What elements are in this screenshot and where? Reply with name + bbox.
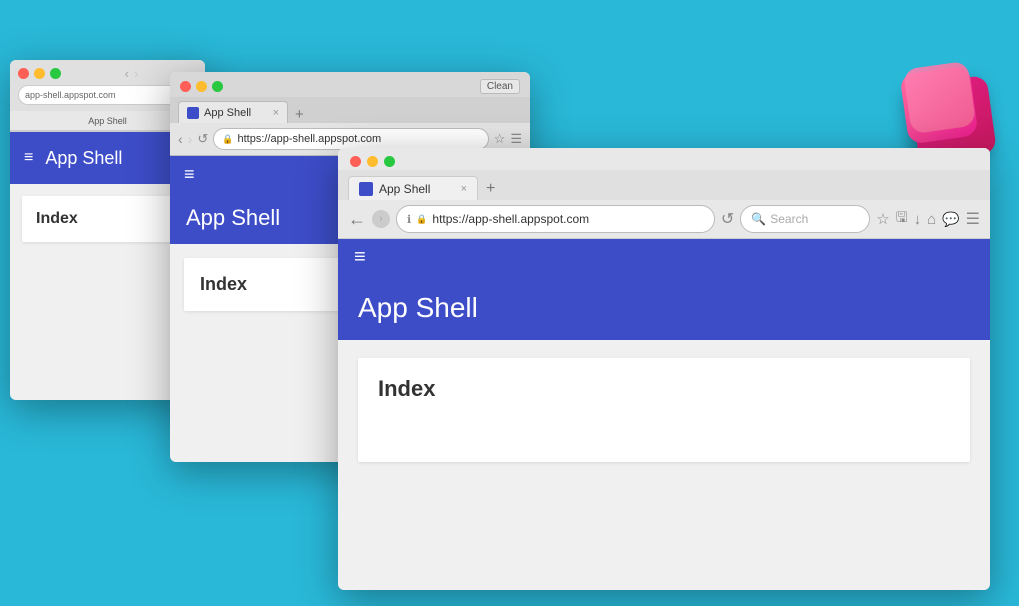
traffic-light-green-1[interactable] xyxy=(50,68,61,79)
url-text-1: app-shell.appspot.com xyxy=(25,90,116,100)
tab-label-1[interactable]: App Shell xyxy=(88,116,127,126)
address-bar-2[interactable]: 🔒 https://app-shell.appspot.com xyxy=(213,128,488,150)
traffic-light-green-3[interactable] xyxy=(384,156,395,167)
reload-btn-2[interactable]: ↺ xyxy=(197,131,208,147)
menu-icon-2[interactable]: ☰ xyxy=(510,131,522,147)
search-glass-icon: 🔍 xyxy=(751,212,766,226)
url-bar-1[interactable]: app-shell.appspot.com xyxy=(18,85,183,105)
bookmark-icon-2[interactable]: ☆ xyxy=(494,131,506,147)
search-bar-3[interactable]: 🔍 Search xyxy=(740,205,870,233)
content-card-3: Index xyxy=(358,358,970,462)
lock-icon-2: 🔒 xyxy=(222,134,233,145)
new-tab-btn-2[interactable]: + xyxy=(291,106,308,123)
menu-icon-3[interactable]: ☰ xyxy=(966,209,980,229)
save-icon-3[interactable]: 🖫 xyxy=(896,207,908,231)
address-row-3: ← › ℹ 🔒 https://app-shell.appspot.com ↺ … xyxy=(338,200,990,238)
chat-icon-3[interactable]: 💬 xyxy=(942,211,959,228)
tab-favicon-2 xyxy=(187,107,199,119)
nav-forward-1[interactable]: › xyxy=(134,66,138,81)
nav-back-1[interactable]: ‹ xyxy=(125,66,129,81)
search-placeholder-3: Search xyxy=(770,212,808,226)
nav-forward-3: › xyxy=(372,210,390,228)
tab-favicon-3 xyxy=(359,182,373,196)
tab-bar-3: App Shell × + xyxy=(338,170,990,200)
app-title-3: App Shell xyxy=(358,292,478,324)
traffic-light-green-2[interactable] xyxy=(212,81,223,92)
traffic-light-red-2[interactable] xyxy=(180,81,191,92)
nav-forward-2[interactable]: › xyxy=(188,131,193,147)
address-bar-3[interactable]: ℹ 🔒 https://app-shell.appspot.com xyxy=(396,205,715,233)
download-icon-3[interactable]: ↓ xyxy=(914,211,922,228)
tab-label-text-2: App Shell xyxy=(204,107,251,119)
tab-close-2[interactable]: × xyxy=(273,107,279,119)
new-tab-btn-3[interactable]: + xyxy=(481,180,500,198)
tab-bar-2: App Shell × + xyxy=(170,97,530,123)
hamburger-icon-3[interactable]: ≡ xyxy=(354,246,366,269)
tab-3[interactable]: App Shell × xyxy=(348,176,478,200)
address-text-2: https://app-shell.appspot.com xyxy=(237,133,381,145)
content-title-1: Index xyxy=(36,210,78,227)
hamburger-icon-2[interactable]: ≡ xyxy=(184,164,195,185)
traffic-light-yellow-3[interactable] xyxy=(367,156,378,167)
reload-btn-3[interactable]: ↺ xyxy=(721,209,734,229)
info-icon-3: ℹ xyxy=(407,213,411,226)
chrome-bar-2: Clean App Shell × + ‹ › ↺ 🔒 https://app-… xyxy=(170,72,530,156)
browser-window-3: App Shell × + ← › ℹ 🔒 https://app-shell.… xyxy=(338,148,990,590)
content-area-3: Index xyxy=(338,340,990,563)
nav-back-2[interactable]: ‹ xyxy=(178,131,183,147)
app-header-3: App Shell xyxy=(338,275,990,340)
tab-label-text-3: App Shell xyxy=(379,182,430,196)
hamburger-bar-3: ≡ xyxy=(338,239,990,275)
content-title-2: Index xyxy=(200,274,247,294)
address-text-3: https://app-shell.appspot.com xyxy=(432,212,589,226)
app-title-1: App Shell xyxy=(45,148,122,169)
content-title-3: Index xyxy=(378,376,435,401)
traffic-light-yellow-2[interactable] xyxy=(196,81,207,92)
home-icon-3[interactable]: ⌂ xyxy=(927,211,936,228)
app-title-2: App Shell xyxy=(186,205,280,231)
chrome-bar-3: App Shell × + ← › ℹ 🔒 https://app-shell.… xyxy=(338,148,990,239)
app-content-3: ≡ App Shell Index xyxy=(338,239,990,563)
traffic-light-yellow-1[interactable] xyxy=(34,68,45,79)
bookmark-icon-3[interactable]: ☆ xyxy=(876,210,889,228)
traffic-light-red-1[interactable] xyxy=(18,68,29,79)
clean-button-2[interactable]: Clean xyxy=(480,79,520,94)
tab-close-3[interactable]: × xyxy=(461,183,467,195)
tab-2[interactable]: App Shell × xyxy=(178,101,288,123)
traffic-light-red-3[interactable] xyxy=(350,156,361,167)
content-card-1: Index xyxy=(22,196,193,242)
hamburger-icon-1[interactable]: ≡ xyxy=(24,149,33,167)
pink-3d-shape xyxy=(899,60,999,160)
nav-back-3[interactable]: ← xyxy=(348,209,366,230)
lock-icon-3: 🔒 xyxy=(416,214,427,225)
